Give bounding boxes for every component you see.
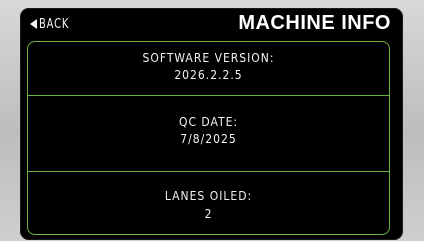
info-panel-software-version: SOFTWARE VERSION: 2026.2.2.5 [27,41,390,96]
back-button[interactable]: BACK [30,15,75,33]
back-arrow-icon [30,19,37,29]
lanes-oiled-value: 2 [204,207,213,221]
info-panel-qc-date: QC DATE: 7/8/2025 [27,95,390,172]
software-version-value: 2026.2.2.5 [174,68,243,82]
panel-divider [27,170,390,172]
panel-divider [27,94,390,96]
info-panel-lanes-oiled: LANES OILED: 2 [27,171,390,235]
device-screen: BACK MACHINE INFO SOFTWARE VERSION: 2026… [20,8,403,240]
page-title: MACHINE INFO [238,12,391,34]
lanes-oiled-label: LANES OILED: [164,189,253,203]
software-version-label: SOFTWARE VERSION: [142,51,275,65]
qc-date-label: QC DATE: [178,115,239,129]
header-bar: BACK MACHINE INFO [20,8,403,40]
back-label: BACK [39,16,70,32]
qc-date-value: 7/8/2025 [180,132,237,146]
